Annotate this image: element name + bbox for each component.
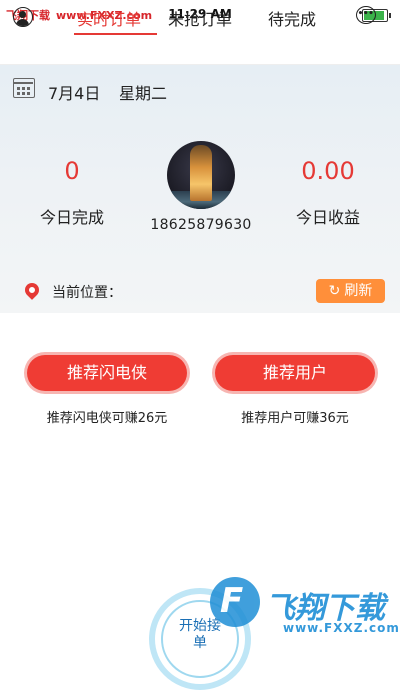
- today-earnings-value: 0.00: [301, 157, 355, 185]
- refresh-icon: ↻: [328, 283, 341, 299]
- tab-realtime-orders[interactable]: 实时订单: [77, 6, 141, 30]
- start-accepting-label: 开始接单: [179, 618, 221, 651]
- user-icon[interactable]: [13, 7, 33, 27]
- tab-pending[interactable]: 待完成: [268, 6, 316, 30]
- recommend-user-button[interactable]: 推荐用户: [215, 355, 375, 391]
- refresh-label: 刷新: [344, 283, 373, 299]
- date-text: 7月4日: [48, 84, 101, 103]
- watermark-url-bottom: www.FXXZ.com: [283, 621, 400, 635]
- watermark-logo: F: [210, 577, 260, 627]
- chat-icon[interactable]: •••: [356, 6, 376, 24]
- refresh-button[interactable]: ↻ 刷新: [316, 279, 385, 303]
- recommend-courier-button[interactable]: 推荐闪电侠: [27, 355, 187, 391]
- current-location-label: 当前位置：: [52, 285, 122, 301]
- active-tab-indicator: [74, 33, 157, 35]
- today-completed-value: 0: [64, 157, 80, 185]
- user-reward-text: 推荐用户可赚36元: [241, 411, 349, 426]
- today-earnings-label: 今日收益: [295, 208, 360, 227]
- tab-unclaimed-orders[interactable]: 未抢订单: [168, 6, 232, 30]
- courier-reward-text: 推荐闪电侠可赚26元: [46, 411, 168, 426]
- top-nav: [0, 28, 400, 65]
- today-completed-label: 今日完成: [39, 208, 104, 227]
- weekday-text: 星期二: [119, 84, 168, 103]
- calendar-icon: [13, 78, 35, 98]
- phone-number: 18625879630: [150, 217, 252, 233]
- avatar[interactable]: [167, 141, 235, 209]
